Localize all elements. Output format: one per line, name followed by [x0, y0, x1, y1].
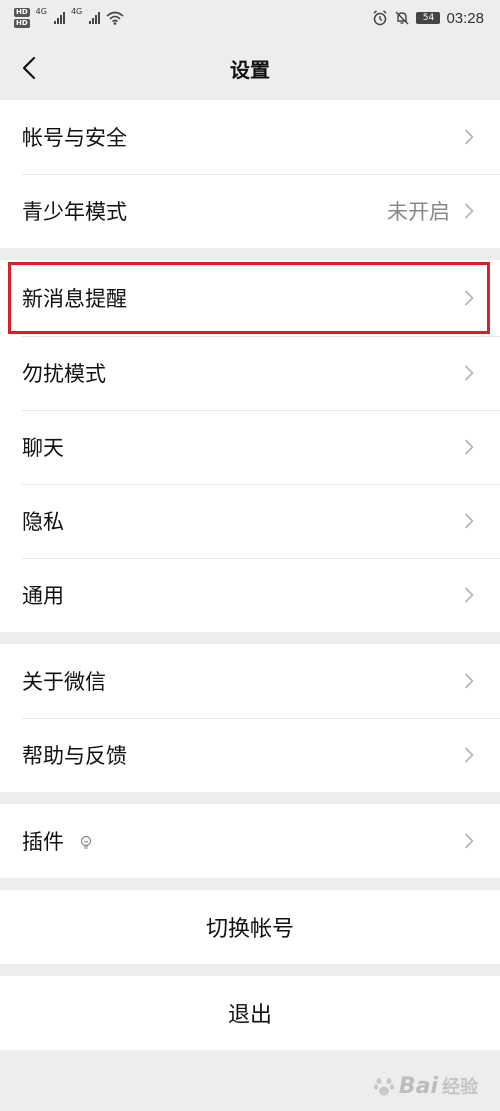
- battery-icon: 54: [416, 12, 441, 24]
- chevron-right-icon: [464, 586, 476, 604]
- hd-badge-1: HD: [14, 8, 30, 17]
- settings-item-help-feedback[interactable]: 帮助与反馈: [0, 718, 500, 792]
- chevron-right-icon: [464, 746, 476, 764]
- settings-item-label: 插件: [22, 830, 64, 854]
- settings-item-chat[interactable]: 聊天: [0, 410, 500, 484]
- logout-button[interactable]: 退出: [0, 976, 500, 1050]
- settings-item-label: 帐号与安全: [22, 126, 127, 150]
- switch-account-button[interactable]: 切换帐号: [0, 890, 500, 964]
- status-time: 03:28: [446, 9, 484, 27]
- settings-item-general[interactable]: 通用: [0, 558, 500, 632]
- settings-item-teen-mode[interactable]: 青少年模式 未开启: [0, 174, 500, 248]
- hd-badge-2: HD: [14, 19, 30, 28]
- watermark: Bai 经验: [373, 1073, 478, 1099]
- settings-item-label: 新消息提醒: [22, 287, 127, 311]
- mute-bell-icon: [395, 11, 409, 25]
- settings-group-about: 关于微信 帮助与反馈: [0, 644, 500, 792]
- settings-item-account-security[interactable]: 帐号与安全: [0, 100, 500, 174]
- settings-item-new-message-alerts[interactable]: 新消息提醒: [0, 260, 500, 336]
- page-title: 设置: [230, 57, 270, 82]
- chevron-left-icon: [22, 56, 36, 80]
- network-label-2: 4G: [70, 7, 83, 16]
- settings-item-privacy[interactable]: 隐私: [0, 484, 500, 558]
- settings-item-label: 勿扰模式: [22, 362, 106, 386]
- settings-group-plugins: 插件: [0, 804, 500, 878]
- settings-item-label: 隐私: [22, 510, 64, 534]
- settings-item-plugins[interactable]: 插件: [0, 804, 500, 878]
- chevron-right-icon: [464, 512, 476, 530]
- watermark-brand: Bai: [398, 1073, 438, 1099]
- back-button[interactable]: [16, 54, 42, 82]
- network-label-1: 4G: [35, 7, 47, 16]
- chevron-right-icon: [464, 202, 476, 220]
- settings-item-label-wrap: 插件: [22, 826, 464, 856]
- chevron-right-icon: [464, 364, 476, 382]
- chevron-right-icon: [464, 832, 476, 850]
- settings-item-label: 帮助与反馈: [22, 744, 127, 768]
- chevron-right-icon: [464, 289, 476, 307]
- hd-badges: HD HD: [14, 7, 30, 29]
- watermark-sub: 经验: [442, 1077, 478, 1098]
- lightbulb-icon: [80, 835, 91, 849]
- status-left: HD HD 4G 4G: [14, 7, 124, 29]
- settings-item-label: 聊天: [22, 436, 64, 460]
- status-right: 54 03:28: [372, 10, 484, 27]
- settings-item-label: 通用: [22, 584, 64, 608]
- teen-mode-status: 未开启: [387, 200, 450, 224]
- settings-item-do-not-disturb[interactable]: 勿扰模式: [0, 336, 500, 410]
- signal-icon-2: [89, 12, 101, 24]
- settings-group-general: 新消息提醒 勿扰模式 聊天 隐私 通用: [0, 260, 500, 632]
- settings-item-label: 青少年模式: [22, 200, 127, 224]
- settings-item-label: 关于微信: [22, 670, 106, 694]
- settings-group-account: 帐号与安全 青少年模式 未开启: [0, 100, 500, 248]
- chevron-right-icon: [464, 128, 476, 146]
- paw-logo-icon: [373, 1078, 395, 1096]
- chevron-right-icon: [464, 438, 476, 456]
- signal-icon: [53, 12, 65, 24]
- status-bar: HD HD 4G 4G 54 03:28: [0, 0, 500, 36]
- settings-item-about-wechat[interactable]: 关于微信: [0, 644, 500, 718]
- wifi-icon: [106, 11, 124, 25]
- nav-bar: 设置: [0, 36, 500, 100]
- chevron-right-icon: [464, 672, 476, 690]
- alarm-icon: [373, 10, 387, 26]
